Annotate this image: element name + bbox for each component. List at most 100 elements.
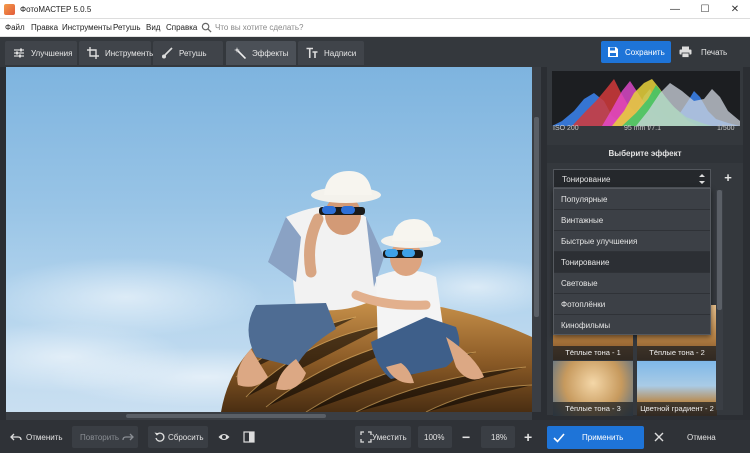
effect-thumbnail[interactable]: Тёплые тона - 3 [553,361,633,416]
menu-retouch[interactable]: Ретушь [113,23,141,32]
zoom-out-icon: − [462,429,471,445]
command-search-input[interactable]: Что вы хотите сделать? [215,23,303,32]
scrollbar-thumb[interactable] [126,414,326,418]
tab-label: Надписи [324,49,357,58]
dropdown-option-toning[interactable]: Тонирование [554,252,710,273]
tab-captions[interactable]: Надписи [298,41,364,65]
option-label: Винтажные [561,216,604,225]
menu-tools[interactable]: Инструменты [62,23,112,32]
dropdown-option-popular[interactable]: Популярные [554,189,710,210]
zoom-100-button[interactable]: 100% [418,426,452,448]
before-after-icon [243,431,255,443]
dropdown-option-films[interactable]: Фотоплёнки [554,294,710,315]
zoom-value-field[interactable]: 18% [481,426,515,448]
effect-thumbnail-caption: Тёплые тона - 3 [553,402,633,416]
redo-icon [122,433,134,441]
reset-button[interactable]: Сбросить [148,426,208,448]
main-toolbar: Улучшения Инструменты Ретушь Эффекты Над… [0,37,750,67]
lens-value: 95 mm f/7.1 [624,125,661,132]
undo-label: Отменить [26,433,63,442]
tab-effects[interactable]: Эффекты [226,41,296,65]
minimize-button[interactable]: — [660,0,690,19]
option-label: Популярные [561,195,608,204]
apply-button[interactable]: Применить [547,426,644,449]
option-label: Фотоплёнки [561,300,606,309]
redo-button[interactable]: Повторить [72,426,138,448]
tab-label: Эффекты [252,49,289,58]
tab-enhancements[interactable]: Улучшения [5,41,77,65]
scrollbar-thumb[interactable] [717,190,722,310]
zoom-in-button[interactable]: + [520,426,538,448]
save-label: Сохранить [625,48,665,57]
text-icon [306,47,318,58]
fit-button[interactable]: Уместить [355,426,411,448]
canvas-horizontal-scrollbar[interactable] [6,412,532,420]
scrollbar-thumb[interactable] [534,117,539,317]
effect-thumbnail-caption: Цветной градиент - 2 [637,402,717,416]
tab-label: Инструменты [105,49,155,58]
redo-label: Повторить [80,433,120,442]
zoom-in-icon: + [524,429,533,445]
app-window: ФотоМАСТЕР 5.0.5 — ☐ ✕ Файл Правка Инстр… [0,0,750,453]
effect-thumbnail-caption: Тёплые тона - 1 [553,346,633,360]
menu-help[interactable]: Справка [166,23,197,32]
cancel-button[interactable]: Отмена [648,426,745,449]
cancel-label: Отмена [687,433,716,442]
magic-wand-icon [234,47,246,59]
eye-icon [218,434,230,440]
print-label: Печать [701,48,728,57]
title-bar: ФотоМАСТЕР 5.0.5 — ☐ ✕ [0,0,750,19]
dropdown-option-vintage[interactable]: Винтажные [554,210,710,231]
floppy-disk-icon [608,47,618,57]
zoom-out-button[interactable]: − [458,426,476,448]
search-icon [201,22,212,33]
checkmark-icon [553,433,565,443]
menu-bar: Файл Правка Инструменты Ретушь Вид Справ… [0,19,750,37]
option-label: Световые [561,279,598,288]
dropdown-option-movies[interactable]: Кинофильмы [554,315,710,336]
canvas-vertical-scrollbar[interactable] [532,67,541,412]
tab-label: Ретушь [179,49,207,58]
crop-icon [87,47,99,59]
option-label: Тонирование [561,258,610,267]
zoom-value: 18% [491,433,508,442]
histogram [552,71,740,126]
menu-view[interactable]: Вид [146,23,160,32]
menu-file[interactable]: Файл [5,23,25,32]
window-title: ФотоМАСТЕР 5.0.5 [20,5,92,14]
add-effect-button[interactable]: + [719,169,737,188]
preview-toggle-button[interactable] [213,426,235,448]
effect-category-select[interactable]: Тонирование [553,169,711,188]
tab-tools[interactable]: Инструменты [79,41,155,65]
iso-value: ISO 200 [553,125,579,132]
app-logo-icon [4,4,15,15]
save-button[interactable]: Сохранить [601,41,671,63]
panel-title: Выберите эффект [547,145,743,163]
photo-preview[interactable] [6,67,532,412]
effects-scrollbar[interactable] [716,190,723,410]
dropdown-option-quick[interactable]: Быстрые улучшения [554,231,710,252]
shutter-value: 1/500 [717,125,735,132]
maximize-button[interactable]: ☐ [690,0,720,19]
undo-button[interactable]: Отменить [6,426,70,448]
menu-edit[interactable]: Правка [31,23,58,32]
effect-thumbnail[interactable]: Цветной градиент - 2 [637,361,717,416]
close-button[interactable]: ✕ [720,0,750,19]
select-arrows-icon [699,174,705,184]
zoom-100-label: 100% [424,433,445,442]
dropdown-option-light[interactable]: Световые [554,273,710,294]
option-label: Быстрые улучшения [561,237,638,246]
undo-icon [10,433,22,441]
option-label: Кинофильмы [561,321,611,330]
reset-label: Сбросить [168,433,204,442]
histogram-graph [552,79,740,126]
selected-category: Тонирование [562,175,611,184]
print-button[interactable]: Печать [675,41,745,63]
reset-icon [154,432,165,442]
fit-screen-icon [360,431,372,443]
sliders-icon [14,48,24,58]
close-icon [654,432,664,442]
tab-retouch[interactable]: Ретушь [153,41,223,65]
photo-canvas[interactable] [6,67,541,412]
compare-button[interactable] [238,426,260,448]
